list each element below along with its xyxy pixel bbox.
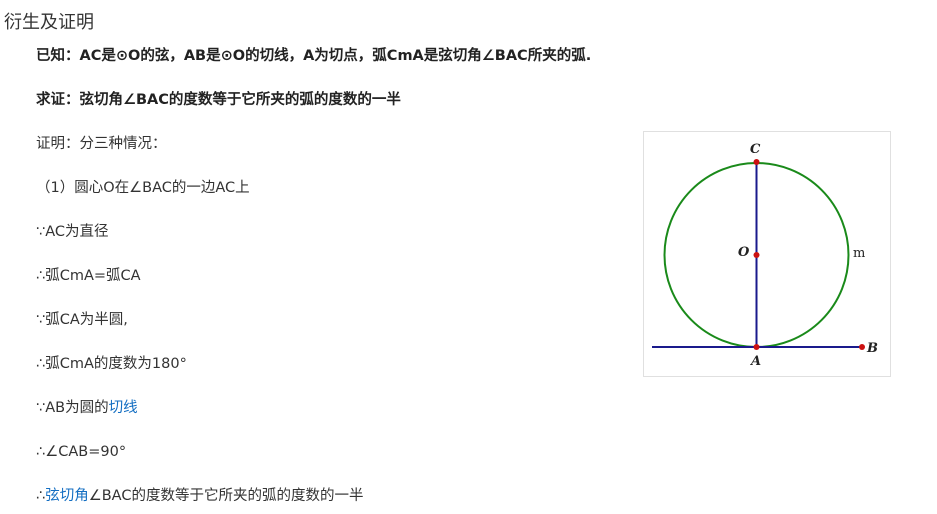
- prove-statement: 求证：弦切角∠BAC的度数等于它所夹的弧的度数的一半: [36, 92, 401, 108]
- chord-tangent-angle-link[interactable]: 弦切角: [45, 488, 89, 504]
- point-o: [753, 252, 760, 258]
- point-a: [753, 344, 760, 350]
- proof-step-5: ∵AB为圆的切线: [36, 398, 138, 418]
- known-statement: 已知：AC是⊙O的弦，AB是⊙O的切线，A为切点，弧CmA是弦切角∠BAC所夹的…: [36, 48, 592, 64]
- proof-step-6: ∴∠CAB=90°: [36, 444, 127, 460]
- point-c: [753, 159, 760, 165]
- proof-step-1: ∵AC为直径: [36, 224, 109, 240]
- proof-intro: 证明：分三种情况：: [36, 136, 167, 152]
- proof-step-2: ∴弧CmA=弧CA: [36, 268, 141, 284]
- label-m: m: [853, 246, 865, 261]
- proof-step-7-prefix: ∴: [36, 488, 46, 504]
- label-a: A: [749, 354, 761, 369]
- point-b: [859, 344, 865, 350]
- proof-step-7-text: ∠BAC的度数等于它所夹的弧的度数的一半: [88, 488, 364, 504]
- tangent-link[interactable]: 切线: [109, 400, 138, 416]
- proof-step-4: ∴弧CmA的度数为180°: [36, 356, 187, 372]
- proof-step-5-text: ∵AB为圆的: [36, 400, 109, 416]
- label-c: C: [750, 142, 761, 157]
- proof-case-1: （1）圆心O在∠BAC的一边AC上: [36, 180, 250, 196]
- section-title: 衍生及证明: [4, 12, 94, 33]
- proof-step-3: ∵弧CA为半圆,: [36, 312, 128, 328]
- geometry-diagram: C O A B m: [652, 142, 878, 369]
- label-o: O: [738, 245, 750, 260]
- geometry-figure: C O A B m: [643, 131, 891, 377]
- proof-step-7: ∴弦切角∠BAC的度数等于它所夹的弧的度数的一半: [36, 486, 363, 506]
- label-b: B: [866, 341, 878, 356]
